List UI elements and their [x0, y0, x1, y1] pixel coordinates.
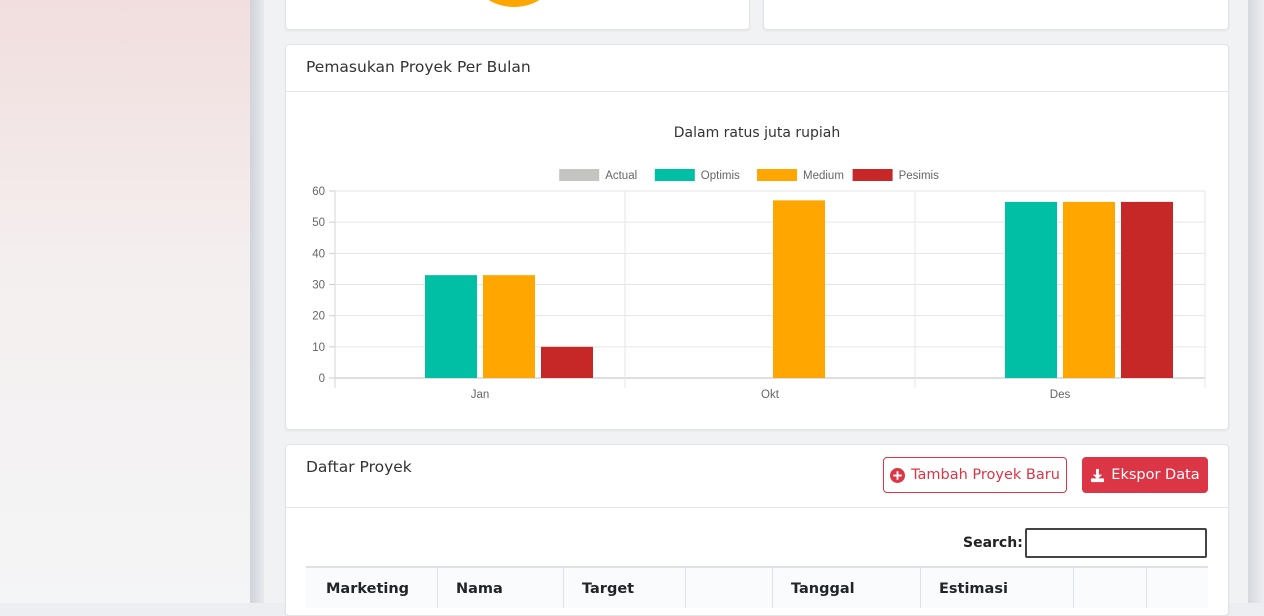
bar-pesimis	[1121, 201, 1173, 378]
column-header[interactable]	[685, 568, 772, 608]
y-tick-label: 40	[312, 248, 325, 260]
bar-optimis	[1005, 201, 1057, 378]
y-tick-label: 50	[312, 217, 325, 229]
legend-swatch	[757, 169, 797, 181]
export-data-button[interactable]: Ekspor Data	[1082, 457, 1208, 493]
chart-title: Dalam ratus juta rupiah	[674, 125, 841, 141]
x-tick-label: Okt	[761, 389, 780, 401]
legend-label: Pesimis	[899, 170, 940, 182]
bar-pesimis	[541, 346, 593, 378]
y-tick-label: 20	[312, 311, 325, 323]
column-header[interactable]: Tanggal	[772, 568, 920, 608]
column-header[interactable]: Target	[563, 568, 685, 608]
export-data-label: Ekspor Data	[1111, 467, 1200, 483]
bar-medium	[1063, 201, 1115, 378]
legend-swatch	[654, 169, 695, 181]
column-header[interactable]	[1146, 568, 1208, 608]
card-title: Daftar Proyek	[306, 458, 412, 476]
search-input[interactable]	[1025, 528, 1207, 558]
plus-circle-icon	[890, 467, 906, 483]
column-header[interactable]: Marketing	[306, 568, 437, 608]
column-header[interactable]: Nama	[437, 568, 563, 608]
column-header[interactable]: Estimasi	[920, 568, 1073, 608]
table-header: Marketing Nama Target Tanggal Estimasi	[306, 566, 1208, 608]
legend-label: Medium	[803, 170, 844, 182]
x-tick-label: Des	[1050, 389, 1071, 401]
column-header[interactable]	[1073, 568, 1146, 608]
y-tick-label: 0	[319, 373, 325, 385]
add-project-button[interactable]: Tambah Proyek Baru	[883, 457, 1067, 493]
legend-label: Optimis	[701, 170, 740, 182]
bar-optimis	[425, 275, 477, 378]
bar-medium	[773, 200, 825, 378]
bar-medium	[483, 275, 535, 378]
y-tick-label: 30	[312, 280, 325, 292]
download-icon	[1090, 468, 1105, 483]
legend-swatch	[559, 169, 600, 181]
y-tick-label: 10	[312, 342, 325, 354]
x-tick-label: Jan	[471, 389, 490, 401]
search-label: Search:	[963, 535, 1023, 551]
y-tick-label: 60	[312, 186, 325, 198]
legend-swatch	[852, 169, 893, 181]
card-divider	[286, 507, 1228, 508]
add-project-label: Tambah Proyek Baru	[911, 467, 1060, 483]
legend-label: Actual	[605, 170, 637, 182]
